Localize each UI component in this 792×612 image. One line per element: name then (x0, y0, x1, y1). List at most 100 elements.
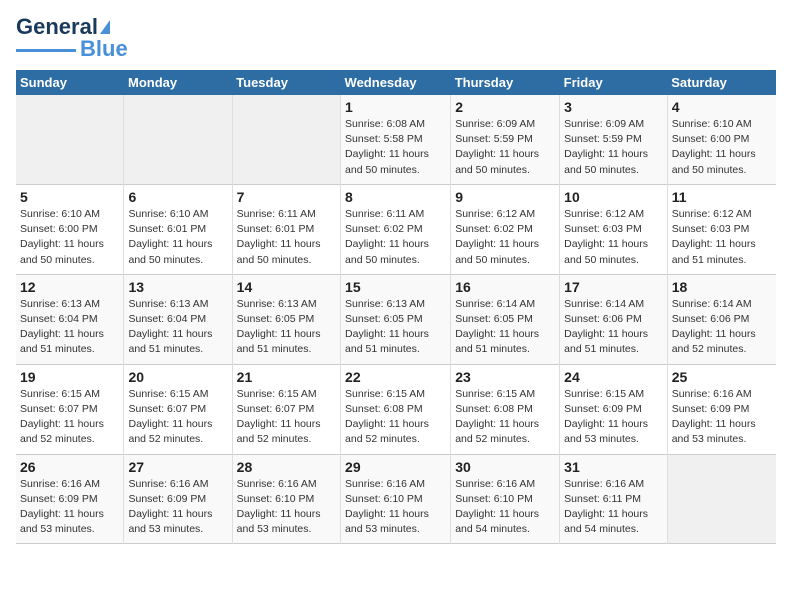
calendar-cell: 11 Sunrise: 6:12 AM Sunset: 6:03 PM Dayli… (667, 184, 776, 274)
calendar-cell: 26 Sunrise: 6:16 AM Sunset: 6:09 PM Dayli… (16, 454, 124, 544)
day-number: 19 (20, 369, 119, 385)
day-number: 3 (564, 99, 663, 115)
day-number: 4 (672, 99, 772, 115)
day-info: Sunrise: 6:14 AM Sunset: 6:06 PM Dayligh… (564, 297, 663, 358)
day-number: 27 (128, 459, 227, 475)
day-number: 14 (237, 279, 336, 295)
logo-triangle-icon (100, 20, 110, 34)
day-info: Sunrise: 6:08 AM Sunset: 5:58 PM Dayligh… (345, 117, 446, 178)
day-info: Sunrise: 6:15 AM Sunset: 6:07 PM Dayligh… (237, 387, 336, 448)
day-number: 20 (128, 369, 227, 385)
day-info: Sunrise: 6:15 AM Sunset: 6:07 PM Dayligh… (128, 387, 227, 448)
day-number: 15 (345, 279, 446, 295)
day-info: Sunrise: 6:15 AM Sunset: 6:09 PM Dayligh… (564, 387, 663, 448)
logo-text-blue: Blue (80, 38, 128, 60)
day-number: 18 (672, 279, 772, 295)
calendar-week-row: 12 Sunrise: 6:13 AM Sunset: 6:04 PM Dayli… (16, 274, 776, 364)
day-number: 30 (455, 459, 555, 475)
calendar-cell: 4 Sunrise: 6:10 AM Sunset: 6:00 PM Daylig… (667, 95, 776, 184)
calendar-cell: 24 Sunrise: 6:15 AM Sunset: 6:09 PM Dayli… (560, 364, 668, 454)
day-info: Sunrise: 6:12 AM Sunset: 6:03 PM Dayligh… (564, 207, 663, 268)
day-number: 24 (564, 369, 663, 385)
day-number: 1 (345, 99, 446, 115)
calendar-cell: 8Sunrise: 6:11 AM Sunset: 6:02 PM Daylig… (341, 184, 451, 274)
day-info: Sunrise: 6:12 AM Sunset: 6:02 PM Dayligh… (455, 207, 555, 268)
day-info: Sunrise: 6:16 AM Sunset: 6:09 PM Dayligh… (20, 477, 119, 538)
calendar-cell: 30 Sunrise: 6:16 AM Sunset: 6:10 PM Dayli… (451, 454, 560, 544)
day-info: Sunrise: 6:10 AM Sunset: 6:00 PM Dayligh… (672, 117, 772, 178)
day-number: 10 (564, 189, 663, 205)
calendar-cell: 6Sunrise: 6:10 AM Sunset: 6:01 PM Daylig… (124, 184, 232, 274)
day-info: Sunrise: 6:13 AM Sunset: 6:05 PM Dayligh… (237, 297, 336, 358)
day-info: Sunrise: 6:13 AM Sunset: 6:04 PM Dayligh… (128, 297, 227, 358)
weekday-header-sunday: Sunday (16, 70, 124, 95)
calendar-cell: 10 Sunrise: 6:12 AM Sunset: 6:03 PM Dayli… (560, 184, 668, 274)
day-info: Sunrise: 6:16 AM Sunset: 6:10 PM Dayligh… (237, 477, 336, 538)
day-number: 21 (237, 369, 336, 385)
calendar-cell: 3 Sunrise: 6:09 AM Sunset: 5:59 PM Daylig… (560, 95, 668, 184)
day-info: Sunrise: 6:14 AM Sunset: 6:05 PM Dayligh… (455, 297, 555, 358)
day-info: Sunrise: 6:13 AM Sunset: 6:04 PM Dayligh… (20, 297, 119, 358)
calendar-cell: 1 Sunrise: 6:08 AM Sunset: 5:58 PM Daylig… (341, 95, 451, 184)
calendar-cell: 25Sunrise: 6:16 AM Sunset: 6:09 PM Dayli… (667, 364, 776, 454)
calendar-cell (667, 454, 776, 544)
day-number: 6 (128, 189, 227, 205)
calendar-cell: 7 Sunrise: 6:11 AM Sunset: 6:01 PM Daylig… (232, 184, 340, 274)
day-number: 16 (455, 279, 555, 295)
calendar-cell: 20 Sunrise: 6:15 AM Sunset: 6:07 PM Dayli… (124, 364, 232, 454)
day-number: 13 (128, 279, 227, 295)
logo-line (16, 49, 76, 52)
day-info: Sunrise: 6:15 AM Sunset: 6:08 PM Dayligh… (345, 387, 446, 448)
day-number: 11 (672, 189, 772, 205)
day-number: 2 (455, 99, 555, 115)
calendar-cell: 27 Sunrise: 6:16 AM Sunset: 6:09 PM Dayli… (124, 454, 232, 544)
day-number: 7 (237, 189, 336, 205)
day-number: 26 (20, 459, 119, 475)
calendar-week-row: 26 Sunrise: 6:16 AM Sunset: 6:09 PM Dayli… (16, 454, 776, 544)
calendar-cell: 12 Sunrise: 6:13 AM Sunset: 6:04 PM Dayli… (16, 274, 124, 364)
day-number: 29 (345, 459, 446, 475)
weekday-header-friday: Friday (560, 70, 668, 95)
day-info: Sunrise: 6:09 AM Sunset: 5:59 PM Dayligh… (455, 117, 555, 178)
calendar-cell: 29 Sunrise: 6:16 AM Sunset: 6:10 PM Dayli… (341, 454, 451, 544)
calendar-cell (124, 95, 232, 184)
day-number: 23 (455, 369, 555, 385)
weekday-header-tuesday: Tuesday (232, 70, 340, 95)
day-info: Sunrise: 6:16 AM Sunset: 6:09 PM Dayligh… (672, 387, 772, 448)
logo-text-general: General (16, 16, 98, 38)
day-info: Sunrise: 6:10 AM Sunset: 6:00 PM Dayligh… (20, 207, 119, 268)
calendar-cell: 18 Sunrise: 6:14 AM Sunset: 6:06 PM Dayli… (667, 274, 776, 364)
weekday-header-row: SundayMondayTuesdayWednesdayThursdayFrid… (16, 70, 776, 95)
day-number: 17 (564, 279, 663, 295)
calendar-cell (16, 95, 124, 184)
calendar-cell: 31 Sunrise: 6:16 AM Sunset: 6:11 PM Dayli… (560, 454, 668, 544)
calendar-week-row: 1 Sunrise: 6:08 AM Sunset: 5:58 PM Daylig… (16, 95, 776, 184)
calendar-cell: 28 Sunrise: 6:16 AM Sunset: 6:10 PM Dayli… (232, 454, 340, 544)
day-number: 12 (20, 279, 119, 295)
calendar-cell: 23 Sunrise: 6:15 AM Sunset: 6:08 PM Dayli… (451, 364, 560, 454)
day-info: Sunrise: 6:16 AM Sunset: 6:10 PM Dayligh… (455, 477, 555, 538)
day-number: 28 (237, 459, 336, 475)
day-number: 5 (20, 189, 119, 205)
calendar-table: SundayMondayTuesdayWednesdayThursdayFrid… (16, 70, 776, 544)
day-info: Sunrise: 6:14 AM Sunset: 6:06 PM Dayligh… (672, 297, 772, 358)
calendar-week-row: 19 Sunrise: 6:15 AM Sunset: 6:07 PM Dayli… (16, 364, 776, 454)
weekday-header-monday: Monday (124, 70, 232, 95)
day-info: Sunrise: 6:16 AM Sunset: 6:11 PM Dayligh… (564, 477, 663, 538)
calendar-cell: 16 Sunrise: 6:14 AM Sunset: 6:05 PM Dayli… (451, 274, 560, 364)
weekday-header-saturday: Saturday (667, 70, 776, 95)
day-number: 8 (345, 189, 446, 205)
calendar-cell: 22Sunrise: 6:15 AM Sunset: 6:08 PM Dayli… (341, 364, 451, 454)
day-info: Sunrise: 6:16 AM Sunset: 6:09 PM Dayligh… (128, 477, 227, 538)
day-number: 31 (564, 459, 663, 475)
calendar-cell (232, 95, 340, 184)
day-info: Sunrise: 6:11 AM Sunset: 6:01 PM Dayligh… (237, 207, 336, 268)
day-info: Sunrise: 6:09 AM Sunset: 5:59 PM Dayligh… (564, 117, 663, 178)
calendar-cell: 14 Sunrise: 6:13 AM Sunset: 6:05 PM Dayli… (232, 274, 340, 364)
day-number: 9 (455, 189, 555, 205)
day-info: Sunrise: 6:12 AM Sunset: 6:03 PM Dayligh… (672, 207, 772, 268)
day-info: Sunrise: 6:15 AM Sunset: 6:08 PM Dayligh… (455, 387, 555, 448)
calendar-cell: 13 Sunrise: 6:13 AM Sunset: 6:04 PM Dayli… (124, 274, 232, 364)
day-info: Sunrise: 6:16 AM Sunset: 6:10 PM Dayligh… (345, 477, 446, 538)
calendar-cell: 19Sunrise: 6:15 AM Sunset: 6:07 PM Dayli… (16, 364, 124, 454)
